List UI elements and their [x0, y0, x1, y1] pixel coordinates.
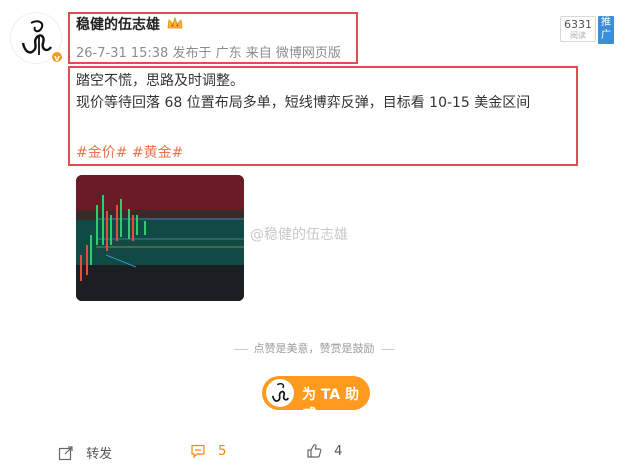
forward-button[interactable]: 转发: [58, 443, 112, 462]
cheer-avatar: [266, 379, 294, 407]
content-line-2: 现价等待回落 68 位置布局多单，短线博弈反弹，目标看 10-15 美金区间: [76, 95, 531, 111]
views-count: 6331: [564, 18, 592, 31]
chart-image[interactable]: [76, 175, 244, 301]
fan-crown-icon: [167, 16, 183, 29]
comment-count: 5: [218, 443, 227, 459]
post-tags: #金价# #黄金#: [76, 142, 183, 162]
forward-label: 转发: [86, 447, 113, 462]
calligraphy-logo-icon: [271, 383, 290, 402]
image-watermark: @稳健的伍志雄: [250, 227, 348, 243]
reward-text: 点赞是美意，赞赏是鼓励: [253, 342, 375, 355]
cheer-button[interactable]: 为 TA 助威: [262, 376, 370, 423]
comment-button[interactable]: 5: [190, 443, 226, 459]
tag-gold-price[interactable]: #金价#: [76, 145, 127, 161]
forward-icon: [58, 445, 73, 460]
divider-left: [233, 348, 248, 350]
comment-icon: [191, 444, 205, 459]
views-label: 阅读: [570, 31, 586, 40]
promote-button[interactable]: 推广: [598, 16, 614, 44]
like-button[interactable]: 4: [306, 443, 342, 459]
like-count: 4: [334, 443, 343, 459]
cheer-label: 为 TA 助威: [302, 387, 360, 423]
tag-gold[interactable]: #黄金#: [132, 145, 183, 161]
post-meta: 26-7-31 15:38 发布于 广东 来自 微博网页版: [76, 46, 341, 61]
post-content: 踏空不慌，思路及时调整。 现价等待回落 68 位置布局多单，短线博弈反弹，目标看…: [76, 70, 571, 114]
content-line-1: 踏空不慌，思路及时调整。: [76, 73, 244, 89]
like-icon: [307, 444, 322, 458]
reward-text-row: 点赞是美意，赞赏是鼓励: [0, 340, 628, 356]
verified-badge-icon: v: [50, 50, 64, 64]
author-name[interactable]: 稳健的伍志雄: [76, 14, 160, 34]
divider-right: [380, 348, 395, 350]
views-counter: 6331 阅读: [560, 16, 596, 42]
